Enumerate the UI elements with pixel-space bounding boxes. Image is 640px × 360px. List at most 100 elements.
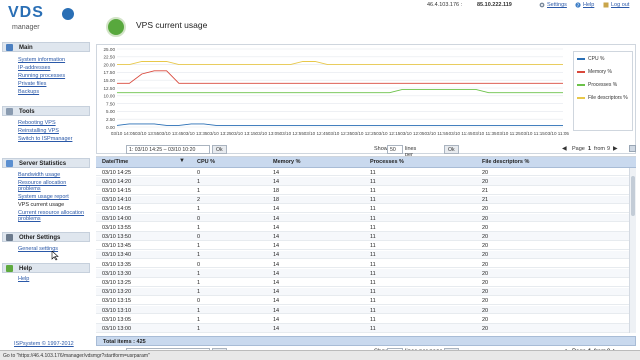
range-ok-button[interactable]: Ok <box>212 145 227 154</box>
main-content: VPS current usage 25.00 22.50 20.00 17.50 15… <box>96 10 640 357</box>
table-row[interactable]: 03/10 14:00 0 14 11 20 <box>96 214 630 223</box>
x-tick-label: 03/10 11:45 <box>449 131 473 136</box>
table-cell: 20 <box>482 289 489 296</box>
table-cell: 11 <box>370 279 376 286</box>
col-file-descriptors[interactable]: File descriptors % <box>482 159 529 165</box>
table-row[interactable]: 03/10 13:45 1 14 11 20 <box>96 242 630 250</box>
logout-link[interactable]: Log out <box>611 2 629 8</box>
table-cell: 1 <box>197 270 201 277</box>
sidebar-item-vps-current-usage[interactable]: VPS current usage <box>18 202 64 209</box>
page-number[interactable]: 1 <box>588 146 591 152</box>
table-row[interactable]: 03/10 13:40 1 14 11 20 <box>96 250 630 260</box>
col-memory[interactable]: Memory % <box>273 159 301 165</box>
table-row[interactable]: 03/10 14:20 1 14 11 20 <box>96 177 630 186</box>
table-cell: 11 <box>370 233 376 240</box>
sidebar-item-backups[interactable]: Backups <box>18 89 39 96</box>
sidebar-item-switch-ispmanager[interactable]: Switch to ISPmanager <box>18 136 72 143</box>
table-cell: 2 <box>197 197 201 204</box>
help-icon: ? <box>575 2 581 8</box>
y-tick-label: 25.00 <box>104 47 116 52</box>
sidebar-section-help[interactable]: Help <box>2 263 90 273</box>
status-url: Go to "https://46.4.103.176/manager/vdsm… <box>3 353 150 359</box>
table-row[interactable]: 03/10 13:50 0 14 11 20 <box>96 232 630 241</box>
table-cell: 11 <box>370 187 376 194</box>
sidebar-section-other-settings[interactable]: Other Settings <box>2 232 90 242</box>
per-page-ok-button[interactable]: Ok <box>444 145 459 154</box>
table-row[interactable]: 03/10 14:25 0 14 11 20 <box>96 168 630 177</box>
x-tick-label: 03/10 12:15 <box>376 131 401 136</box>
x-tick-label: 03/10 13:05 <box>256 131 281 136</box>
table-cell: 03/10 13:30 <box>102 270 132 277</box>
table-row[interactable]: 03/10 13:30 1 14 11 20 <box>96 269 630 278</box>
per-page-select[interactable]: 50 <box>387 145 403 154</box>
table-row[interactable]: 03/10 13:15 0 14 11 20 <box>96 297 630 306</box>
table-cell: 03/10 13:55 <box>102 224 132 231</box>
help-link[interactable]: Help <box>583 2 594 8</box>
table-cell: 20 <box>482 224 489 231</box>
sidebar-item-rebooting-vps[interactable]: Rebooting VPS <box>18 120 56 127</box>
x-tick-label: 03/10 13:55 <box>135 131 160 136</box>
sidebar-item-system-usage-report[interactable]: System usage report <box>18 194 69 201</box>
sidebar-section-main[interactable]: Main <box>2 42 90 52</box>
sidebar-item-running-processes[interactable]: Running processes <box>18 73 65 80</box>
sidebar-section-tools[interactable]: Tools <box>2 106 90 116</box>
time-range-select[interactable]: 1: 03/10 14:25 – 03/10 10:20 <box>126 145 210 154</box>
browser-status-bar: Go to "https://46.4.103.176/manager/vdsm… <box>0 350 640 360</box>
sidebar-section-server-statistics[interactable]: Server Statistics <box>2 158 90 168</box>
usage-gauge-icon <box>106 17 126 37</box>
sidebar-item-help[interactable]: Help <box>18 276 29 283</box>
show-label: Show <box>374 146 388 152</box>
col-datetime[interactable]: Date/Time <box>102 159 128 165</box>
app-logo[interactable]: VDS manager <box>4 4 84 38</box>
prev-page-icon[interactable]: ◀ <box>562 145 567 152</box>
table-cell: 20 <box>482 243 489 250</box>
home-icon <box>6 44 13 51</box>
table-row[interactable]: 03/10 13:35 0 14 11 20 <box>96 260 630 269</box>
table-cell: 11 <box>370 224 376 231</box>
sidebar-item-system-information[interactable]: System information <box>18 57 65 64</box>
x-tick-label: 03/10 13:45 <box>159 131 184 136</box>
table-cell: 03/10 13:25 <box>102 279 132 286</box>
table-scrollbar[interactable] <box>629 168 636 333</box>
table-row[interactable]: 03/10 14:15 1 18 11 21 <box>96 186 630 195</box>
table-cell: 20 <box>482 206 489 213</box>
sidebar-item-current-resource-allocation-line2[interactable]: problems <box>18 216 41 223</box>
sidebar-item-ip-addresses[interactable]: IP-addresses <box>18 65 50 72</box>
sort-desc-icon[interactable]: ▼ <box>179 158 185 164</box>
col-cpu[interactable]: CPU % <box>197 159 215 165</box>
table-cell: 11 <box>370 270 376 277</box>
table-cell: 14 <box>273 325 280 332</box>
table-cell: 03/10 14:25 <box>102 169 132 176</box>
sidebar-item-private-files[interactable]: Private files <box>18 81 46 88</box>
table-row[interactable]: 03/10 13:20 1 14 11 20 <box>96 287 630 296</box>
table-row[interactable]: 03/10 13:10 1 14 11 20 <box>96 306 630 315</box>
x-tick-label: 03/10 11:55 <box>424 131 448 136</box>
next-page-icon[interactable]: ▶ <box>613 145 618 152</box>
table-row[interactable]: 03/10 13:05 1 14 11 20 <box>96 315 630 324</box>
x-tick-label: 03/10 11:05 <box>545 131 569 136</box>
table-cell: 1 <box>197 187 201 194</box>
sidebar-item-reinstalling-vps[interactable]: Reinstalling VPS <box>18 128 59 135</box>
settings-link[interactable]: Settings <box>547 2 567 8</box>
legend-item: File descriptors % <box>577 95 628 103</box>
table-row[interactable]: 03/10 14:10 2 18 11 21 <box>96 195 630 204</box>
table-cell: 20 <box>482 169 489 176</box>
table-cell: 20 <box>482 270 489 277</box>
table-cell: 11 <box>370 298 376 305</box>
copyright-link[interactable]: ISPsystem © 1997-2012 <box>14 341 74 347</box>
table-cell: 14 <box>273 224 280 231</box>
scrollbar-thumb[interactable] <box>631 176 635 216</box>
table-cell: 14 <box>273 279 280 286</box>
table-row[interactable]: 03/10 14:05 1 14 11 20 <box>96 205 630 214</box>
table-cell: 03/10 13:00 <box>102 325 132 332</box>
table-row[interactable]: 03/10 13:00 1 14 11 20 <box>96 324 630 333</box>
y-tick-label: 0.00 <box>106 125 115 130</box>
table-row[interactable]: 03/10 13:25 1 14 11 20 <box>96 278 630 287</box>
table-cell: 14 <box>273 243 280 250</box>
table-row[interactable]: 03/10 13:55 1 14 11 20 <box>96 223 630 232</box>
table-cell: 11 <box>370 206 376 213</box>
sidebar-item-bandwidth-usage[interactable]: Bandwidth usage <box>18 172 60 179</box>
col-processes[interactable]: Processes % <box>370 159 404 165</box>
sidebar-item-resource-allocation-problems-line2[interactable]: problems <box>18 186 41 193</box>
grid-settings-icon[interactable] <box>629 145 636 152</box>
